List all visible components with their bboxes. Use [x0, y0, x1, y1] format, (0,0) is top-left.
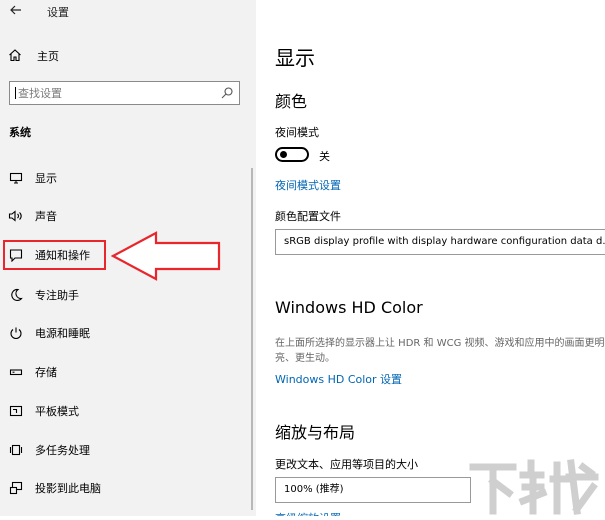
power-icon: [8, 325, 24, 341]
sidebar: 设置 主页 查找设置 系统 显示 声音 通知和操作 专注助手 电源和睡眠 存储 …: [0, 0, 256, 516]
app-title: 设置: [47, 6, 69, 19]
text-size-label: 更改文本、应用等项目的大小: [275, 458, 418, 471]
scale-section-title: 缩放与布局: [275, 423, 356, 442]
annotation-highlight-box: [3, 240, 106, 270]
hd-color-settings-link[interactable]: Windows HD Color 设置: [275, 371, 402, 387]
back-arrow-icon[interactable]: [9, 3, 25, 19]
sidebar-item-sound[interactable]: 声音: [0, 201, 250, 231]
night-mode-state: 关: [319, 150, 330, 163]
page-title: 显示: [275, 46, 315, 70]
sidebar-item-display[interactable]: 显示: [0, 163, 250, 193]
sidebar-item-label: 平板模式: [35, 405, 79, 418]
search-placeholder: 查找设置: [18, 87, 62, 100]
color-profile-select[interactable]: sRGB display profile with display hardwa…: [275, 229, 605, 255]
advanced-scaling-link[interactable]: 高级缩放设置: [275, 510, 341, 516]
sidebar-item-multitasking[interactable]: 多任务处理: [0, 435, 250, 465]
night-mode-label: 夜间模式: [275, 126, 319, 139]
sidebar-item-storage[interactable]: 存储: [0, 357, 250, 387]
sidebar-item-tablet-mode[interactable]: 平板模式: [0, 396, 250, 426]
sidebar-item-label: 投影到此电脑: [35, 482, 101, 495]
home-label: 主页: [37, 50, 59, 63]
section-title: 系统: [9, 126, 31, 139]
sidebar-item-label: 专注助手: [35, 289, 79, 302]
annotation-arrow: [110, 229, 222, 287]
search-input[interactable]: 查找设置: [9, 81, 240, 105]
moon-icon: [8, 287, 24, 303]
sidebar-item-label: 显示: [35, 172, 57, 185]
home-icon: [8, 47, 22, 66]
project-icon: [8, 480, 24, 496]
sidebar-item-label: 声音: [35, 210, 57, 223]
text-cursor: [15, 87, 16, 99]
night-mode-toggle[interactable]: [275, 147, 309, 162]
sidebar-scrollbar[interactable]: [251, 168, 253, 510]
home-button[interactable]: 主页: [8, 47, 59, 65]
main-content: 显示 颜色 夜间模式 关 夜间模式设置 颜色配置文件 sRGB display …: [256, 0, 605, 516]
storage-icon: [8, 364, 24, 380]
monitor-icon: [8, 170, 24, 186]
sidebar-item-label: 多任务处理: [35, 444, 90, 457]
color-section-title: 颜色: [275, 92, 308, 111]
tablet-icon: [8, 403, 24, 419]
sidebar-item-power-sleep[interactable]: 电源和睡眠: [0, 318, 250, 348]
sidebar-item-label: 存储: [35, 366, 57, 379]
watermark-logo: [465, 455, 605, 516]
multitask-icon: [8, 442, 24, 458]
night-mode-settings-link[interactable]: 夜间模式设置: [275, 177, 341, 193]
sidebar-item-label: 电源和睡眠: [35, 327, 90, 340]
search-icon[interactable]: [219, 85, 235, 101]
speaker-icon: [8, 208, 24, 224]
text-size-dropdown[interactable]: 100% (推荐): [275, 477, 471, 503]
color-profile-label: 颜色配置文件: [275, 210, 341, 223]
toggle-knob: [280, 151, 287, 158]
sidebar-item-project-to-pc[interactable]: 投影到此电脑: [0, 473, 250, 503]
hd-color-section-title: Windows HD Color: [275, 298, 423, 317]
hd-color-description: 在上面所选择的显示器上让 HDR 和 WCG 视频、游戏和应用中的画面更明亮、更…: [275, 338, 605, 364]
